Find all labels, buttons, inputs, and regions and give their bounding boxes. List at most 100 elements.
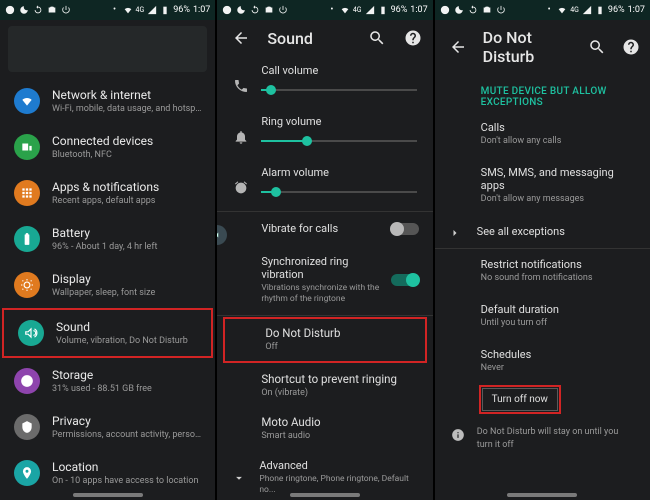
dnd-label: Do Not Disturb <box>265 326 412 340</box>
help-button[interactable] <box>403 28 423 48</box>
refresh-icon <box>250 5 260 15</box>
call-volume-row[interactable]: Call volume <box>217 58 432 109</box>
ring-volume-slider[interactable] <box>261 134 416 148</box>
shortcut-sub: On (vibrate) <box>261 388 418 400</box>
signal-icon <box>582 5 592 15</box>
item-subtitle: Volume, vibration, Do Not Disturb <box>56 336 199 346</box>
signal-label: 4G <box>136 6 145 14</box>
search-settings[interactable] <box>8 26 207 72</box>
clock: 1:07 <box>628 5 645 15</box>
signal-label: 4G <box>353 6 362 14</box>
battery-pct: 96% <box>173 5 190 15</box>
battery-icon <box>595 5 605 15</box>
clock: 1:07 <box>410 5 427 15</box>
ring-volume-row[interactable]: Ring volume <box>217 109 432 160</box>
see-all-exceptions-row[interactable]: See all exceptions <box>435 214 650 248</box>
help-button[interactable] <box>622 37 640 57</box>
exceptions-section-label: MUTE DEVICE BUT ALLOW EXCEPTIONS <box>435 76 650 112</box>
duration-sub: Until you turn off <box>481 318 636 330</box>
moto-audio-row[interactable]: Moto Audio Smart audio <box>217 407 432 451</box>
nav-pill[interactable] <box>73 493 143 497</box>
calls-label: Calls <box>481 121 636 134</box>
do-not-disturb-row[interactable]: Do Not Disturb Off <box>223 317 426 363</box>
battery-icon <box>14 226 40 252</box>
default-duration-row[interactable]: Default duration Until you turn off <box>435 294 650 339</box>
page-title: Sound <box>267 29 313 48</box>
settings-panel: • 4G 96% 1:07 Network & internetWi-Fi, m… <box>0 0 215 500</box>
item-subtitle: 96% - About 1 day, 4 hr left <box>52 242 203 252</box>
alarm-volume-slider[interactable] <box>261 185 416 199</box>
dot-icon: • <box>327 5 337 15</box>
nav-pill[interactable] <box>507 493 577 497</box>
back-button[interactable] <box>231 28 251 48</box>
settings-item-location[interactable]: LocationOn - 10 apps have access to loca… <box>0 450 215 496</box>
item-subtitle: On - 10 apps have access to location <box>52 476 203 486</box>
schedules-sub: Never <box>481 363 636 375</box>
calls-sub: Don't allow any calls <box>481 136 636 148</box>
settings-item-apps-notifications[interactable]: Apps & notificationsRecent apps, default… <box>0 170 215 216</box>
nav-pill[interactable] <box>290 493 360 497</box>
settings-item-sound[interactable]: SoundVolume, vibration, Do Not Disturb <box>2 308 213 358</box>
spotify-icon <box>440 5 450 15</box>
schedules-label: Schedules <box>481 348 636 361</box>
vibrate-for-calls-label: Vibrate for calls <box>261 222 382 235</box>
turn-off-now-button[interactable]: Turn off now <box>482 388 558 411</box>
settings-item-network-internet[interactable]: Network & internetWi-Fi, mobile, data us… <box>0 78 215 124</box>
calls-row[interactable]: Calls Don't allow any calls <box>435 112 650 157</box>
item-title: Battery <box>52 226 203 240</box>
moto-label: Moto Audio <box>261 415 418 429</box>
item-title: Network & internet <box>52 88 203 102</box>
camera-icon <box>47 5 57 15</box>
shortcut-label: Shortcut to prevent ringing <box>261 372 418 386</box>
info-icon <box>451 427 465 443</box>
vibrate-for-calls-switch[interactable] <box>391 223 419 235</box>
status-bar: • 4G 96% 1:07 <box>435 0 650 20</box>
schedules-row[interactable]: Schedules Never <box>435 339 650 384</box>
dnd-info-text: Do Not Disturb will stay on until you tu… <box>477 426 636 450</box>
settings-item-storage[interactable]: Storage 31% used - 88.51 GB free <box>0 358 215 404</box>
item-title: Connected devices <box>52 134 203 148</box>
settings-item-connected-devices[interactable]: Connected devicesBluetooth, NFC <box>0 124 215 170</box>
vibrate-for-calls-row[interactable]: Vibrate for calls <box>217 212 432 245</box>
spotify-icon <box>5 5 15 15</box>
settings-item-privacy[interactable]: PrivacyPermissions, account activity, pe… <box>0 404 215 450</box>
devices-icon <box>14 134 40 160</box>
status-bar: • 4G 96% 1:07 <box>0 0 215 20</box>
location-icon <box>14 460 40 486</box>
sync-ring-label: Synchronized ring vibration <box>261 255 382 281</box>
dnd-sub: Off <box>265 342 412 354</box>
dnd-panel: • 4G 96% 1:07 Do Not Disturb MUTE DEVICE… <box>435 0 650 500</box>
chevron-right-icon <box>449 224 463 238</box>
moon-icon <box>454 5 464 15</box>
alarm-volume-row[interactable]: Alarm volume <box>217 160 432 211</box>
sound-content: Call volume Ring volume Alarm volume Vib… <box>217 58 432 500</box>
restrict-notifications-row[interactable]: Restrict notifications No sound from not… <box>435 249 650 294</box>
moon-icon <box>19 5 29 15</box>
search-button[interactable] <box>588 37 606 57</box>
sms-label: SMS, MMS, and messaging apps <box>481 166 636 192</box>
search-button[interactable] <box>367 28 387 48</box>
clock: 1:07 <box>193 5 210 15</box>
sms-row[interactable]: SMS, MMS, and messaging apps Don't allow… <box>435 157 650 215</box>
bell-icon <box>231 127 251 147</box>
sync-ring-row[interactable]: Synchronized ring vibration Vibrations s… <box>217 245 432 315</box>
restrict-sub: No sound from notifications <box>481 273 636 285</box>
item-title: Storage <box>52 368 203 382</box>
battery-icon <box>378 5 388 15</box>
advanced-label: Advanced <box>259 459 422 472</box>
refresh-icon <box>468 5 478 15</box>
moto-sub: Smart audio <box>261 431 418 443</box>
settings-item-battery[interactable]: Battery 96% - About 1 day, 4 hr left <box>0 216 215 262</box>
signal-icon <box>147 5 157 15</box>
privacy-icon <box>14 414 40 440</box>
camera-icon <box>264 5 274 15</box>
call-volume-slider[interactable] <box>261 83 416 97</box>
sync-ring-switch[interactable] <box>391 274 419 286</box>
settings-item-display[interactable]: DisplayWallpaper, sleep, font size <box>0 262 215 308</box>
dot-icon: • <box>544 5 554 15</box>
back-button[interactable] <box>449 37 467 57</box>
shortcut-prevent-ringing-row[interactable]: Shortcut to prevent ringing On (vibrate) <box>217 364 432 408</box>
wifi-icon <box>557 5 567 15</box>
sound-icon <box>18 320 44 346</box>
item-subtitle: 31% used - 88.51 GB free <box>52 384 203 394</box>
